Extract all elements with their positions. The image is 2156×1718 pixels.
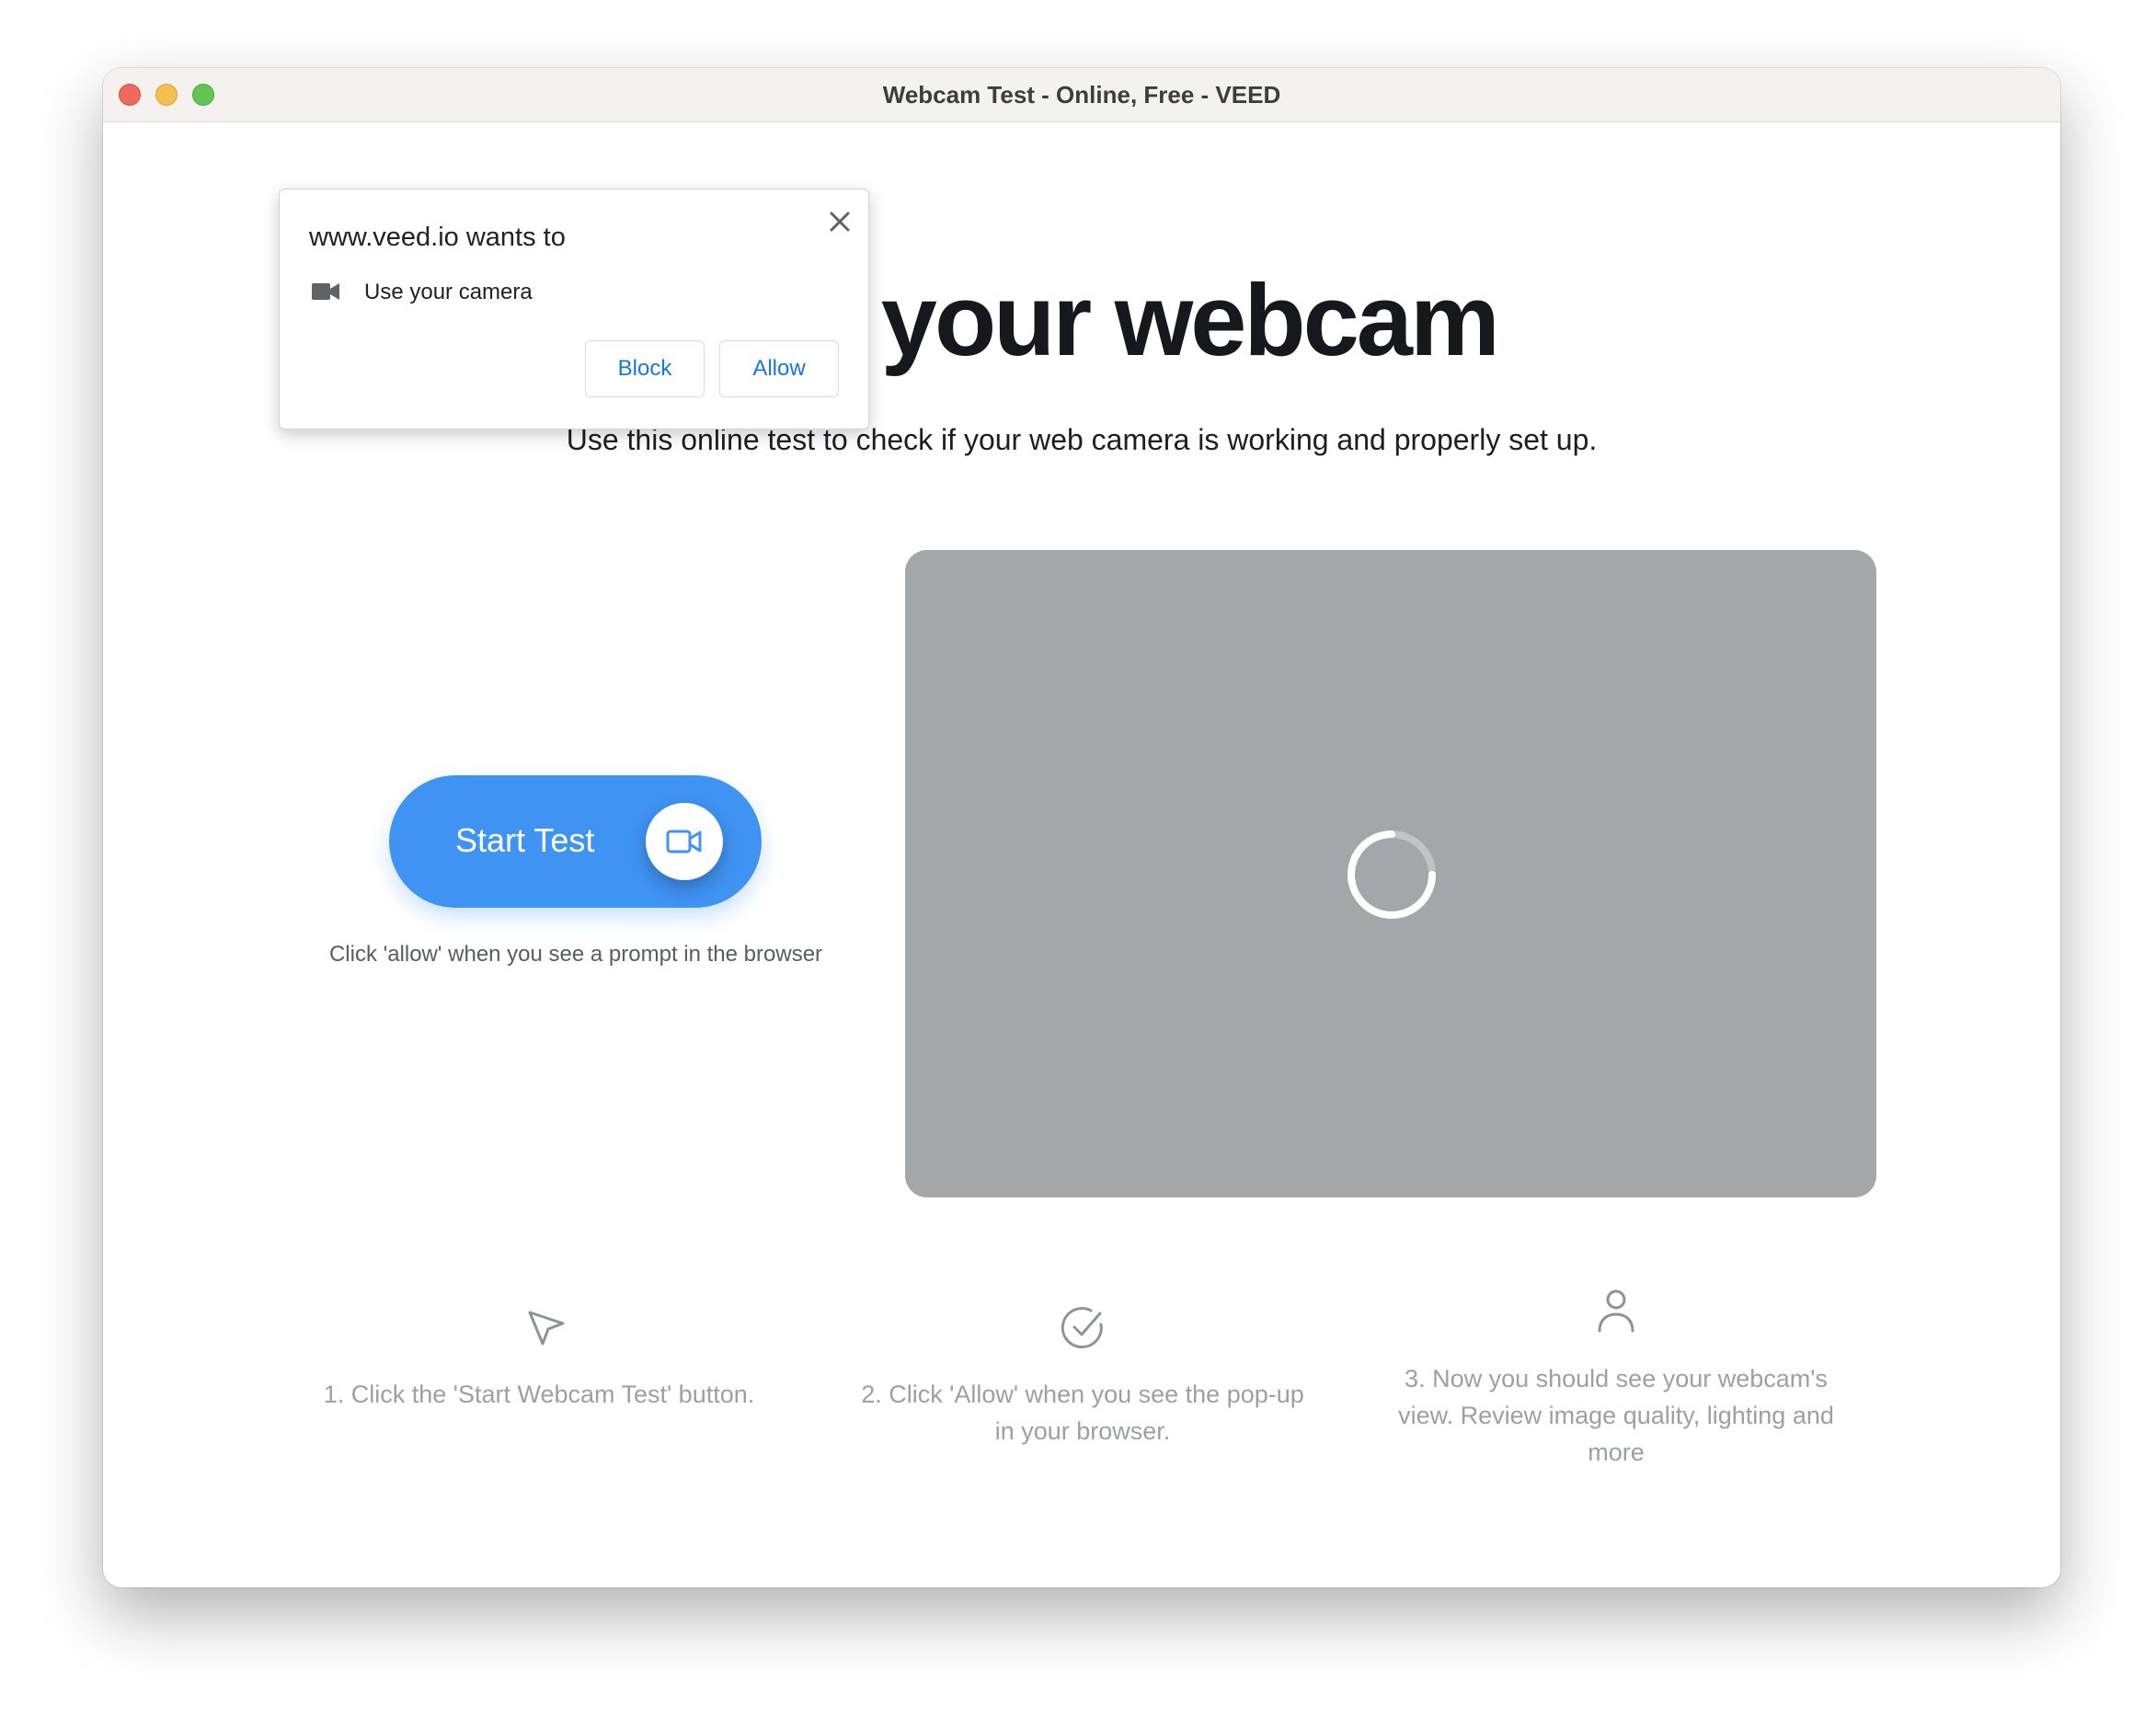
camera-icon — [312, 283, 339, 300]
loading-spinner-icon — [1348, 830, 1436, 919]
title-bar: Webcam Test - Online, Free - VEED — [103, 68, 2060, 122]
browser-window: Webcam Test - Online, Free - VEED Test y… — [103, 68, 2060, 1587]
cursor-arrow-icon — [528, 1311, 565, 1346]
start-test-icon-badge — [646, 803, 723, 880]
video-camera-icon — [666, 830, 702, 853]
permission-title: www.veed.io wants to — [309, 223, 566, 252]
start-test-button[interactable]: Start Test — [389, 775, 762, 908]
block-button[interactable]: Block — [585, 340, 705, 397]
camera-permission-prompt: www.veed.io wants to Use your camera Blo… — [279, 189, 869, 430]
start-test-hint: Click 'allow' when you see a prompt in t… — [328, 942, 823, 967]
window-title: Webcam Test - Online, Free - VEED — [882, 81, 1281, 109]
allow-button[interactable]: Allow — [719, 340, 839, 397]
start-test-label: Start Test — [455, 821, 595, 859]
webcam-preview — [905, 550, 1876, 1197]
step-2-text: 2. Click 'Allow' when you see the pop-up… — [861, 1380, 1304, 1445]
permission-item-camera: Use your camera — [364, 280, 533, 304]
step-3-text: 3. Now you should see your webcam's view… — [1398, 1365, 1834, 1466]
user-icon — [1598, 1289, 1634, 1333]
check-circle-icon — [1061, 1307, 1103, 1349]
step-1-text: 1. Click the 'Start Webcam Test' button. — [323, 1380, 755, 1408]
close-icon[interactable] — [826, 208, 854, 235]
